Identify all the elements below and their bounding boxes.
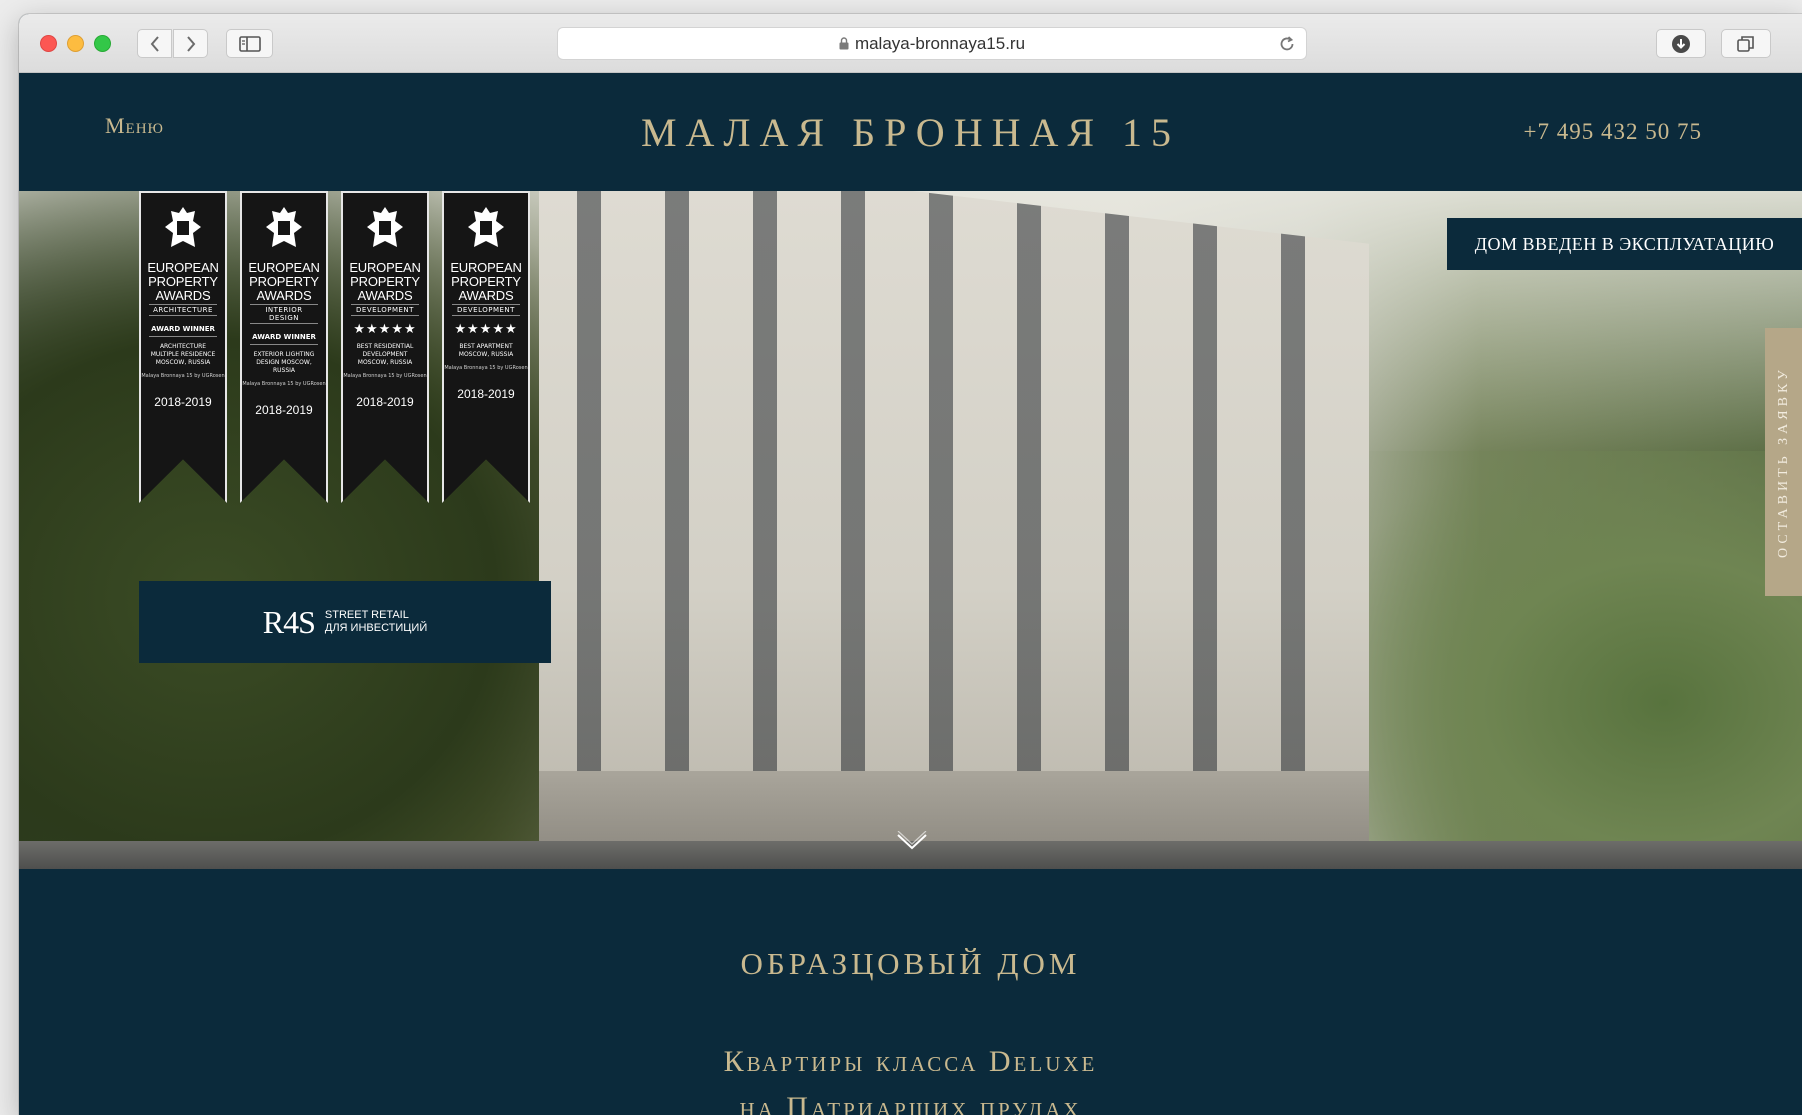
award-subtext: Malaya Bronnaya 15 by UGRosen — [141, 373, 225, 379]
award-ribbon-interior-design[interactable]: EUROPEAN PROPERTY AWARDS INTERIOR DESIGN… — [240, 191, 328, 503]
award-year: 2018-2019 — [255, 403, 313, 417]
award-title-line3: AWARDS — [256, 288, 312, 303]
award-year: 2018-2019 — [457, 387, 515, 401]
award-title-line3: AWARDS — [155, 288, 211, 303]
award-stars: ★★★★★ — [454, 322, 518, 337]
award-category: INTERIOR DESIGN — [250, 304, 318, 324]
award-title-line1: EUROPEAN — [248, 260, 320, 275]
downloads-button[interactable] — [1656, 29, 1706, 58]
award-ribbon-development[interactable]: EUROPEAN PROPERTY AWARDS DEVELOPMENT ★★★… — [341, 191, 429, 503]
award-title-line2: PROPERTY — [451, 274, 521, 289]
tagline: Квартиры класса Deluxe на Патриарших пру… — [19, 1039, 1802, 1115]
url-text: malaya-bronnaya15.ru — [854, 33, 1026, 53]
minimize-window-button[interactable] — [67, 35, 84, 52]
zoom-window-button[interactable] — [94, 35, 111, 52]
awards-row: EUROPEAN PROPERTY AWARDS ARCHITECTURE AW… — [139, 191, 530, 503]
award-ribbon-architecture[interactable]: EUROPEAN PROPERTY AWARDS ARCHITECTURE AW… — [139, 191, 227, 503]
award-title-line3: AWARDS — [458, 288, 514, 303]
r4s-street-retail-banner[interactable]: R4S STREET RETAIL ДЛЯ ИНВЕСТИЦИЙ — [139, 581, 551, 663]
tagline-line2: на Патриарших прудах — [739, 1091, 1082, 1115]
award-title-line2: PROPERTY — [148, 274, 218, 289]
sidebar-icon — [238, 35, 261, 52]
award-title-line1: EUROPEAN — [349, 260, 421, 275]
award-title-line2: PROPERTY — [249, 274, 319, 289]
award-year: 2018-2019 — [356, 395, 414, 409]
tabs-icon — [1737, 35, 1754, 52]
hero-building-image — [539, 191, 1369, 851]
hero-section: EUROPEAN PROPERTY AWARDS ARCHITECTURE AW… — [19, 191, 1802, 869]
lock-icon — [839, 37, 849, 50]
award-title-line1: EUROPEAN — [450, 260, 522, 275]
r4s-caption: STREET RETAIL ДЛЯ ИНВЕСТИЦИЙ — [325, 609, 427, 635]
award-category: DEVELOPMENT — [351, 304, 419, 316]
phone-link[interactable]: +7 495 432 50 75 — [1524, 119, 1702, 145]
leave-request-label: ОСТАВИТЬ ЗАЯВКУ — [1775, 366, 1791, 558]
sidebar-toggle-button[interactable] — [226, 29, 273, 58]
award-winner: AWARD WINNER — [149, 325, 217, 337]
address-bar[interactable]: malaya-bronnaya15.ru — [557, 27, 1307, 60]
award-subtext: Malaya Bronnaya 15 by UGRosen — [444, 365, 528, 371]
award-description: EXTERIOR LIGHTING DESIGN MOSCOW, RUSSIA — [253, 351, 315, 374]
close-window-button[interactable] — [40, 35, 57, 52]
award-stars: ★★★★★ — [353, 322, 417, 337]
award-title-line3: AWARDS — [357, 288, 413, 303]
tab-overview-button[interactable] — [1721, 29, 1771, 58]
award-subtext: Malaya Bronnaya 15 by UGRosen — [242, 381, 326, 387]
award-subtext: Malaya Bronnaya 15 by UGRosen — [343, 373, 427, 379]
crest-icon — [367, 207, 403, 247]
crest-icon — [266, 207, 302, 247]
award-title-line1: EUROPEAN — [147, 260, 219, 275]
award-description: BEST APARTMENT MOSCOW, RUSSIA — [458, 343, 514, 358]
download-icon — [1672, 34, 1690, 53]
chevron-left-icon — [150, 35, 159, 52]
hero-trees-right — [1342, 451, 1802, 869]
award-category: DEVELOPMENT — [452, 304, 520, 316]
hero-building-base — [539, 771, 1369, 851]
intro-section: ОБРАЗЦОВЫЙ ДОМ Квартиры класса Deluxe на… — [19, 869, 1802, 1115]
site-header: Меню МАЛАЯ БРОННАЯ 15 +7 495 432 50 75 — [19, 73, 1802, 191]
award-year: 2018-2019 — [154, 395, 212, 409]
back-button[interactable] — [137, 29, 172, 58]
crest-icon — [165, 207, 201, 247]
award-title-line2: PROPERTY — [350, 274, 420, 289]
award-category: ARCHITECTURE — [149, 304, 217, 316]
award-winner: AWARD WINNER — [250, 333, 318, 345]
award-ribbon-best-apartment[interactable]: EUROPEAN PROPERTY AWARDS DEVELOPMENT ★★★… — [442, 191, 530, 503]
award-description: ARCHITECTURE MULTIPLE RESIDENCE MOSCOW, … — [150, 343, 216, 366]
status-badge: ДОМ ВВЕДЕН В ЭКСПЛУАТАЦИЮ — [1447, 218, 1802, 270]
r4s-caption-line1: STREET RETAIL — [324, 609, 409, 621]
section-title: ОБРАЗЦОВЫЙ ДОМ — [740, 946, 1081, 981]
r4s-caption-line2: ДЛЯ ИНВЕСТИЦИЙ — [324, 622, 428, 634]
leave-request-tab[interactable]: ОСТАВИТЬ ЗАЯВКУ — [1765, 328, 1802, 596]
forward-button[interactable] — [173, 29, 208, 58]
r4s-logo: R4S — [262, 603, 316, 640]
reload-icon[interactable] — [1278, 34, 1296, 59]
tagline-line1: Квартиры класса Deluxe — [723, 1045, 1098, 1078]
browser-window: malaya-bronnaya15.ru Меню МАЛАЯ БРОННАЯ … — [19, 14, 1802, 1115]
award-description: BEST RESIDENTIAL DEVELOPMENT MOSCOW, RUS… — [356, 343, 414, 366]
crest-icon — [468, 207, 504, 247]
browser-toolbar: malaya-bronnaya15.ru — [19, 14, 1802, 73]
scroll-down-chevron-icon[interactable] — [895, 831, 929, 853]
chevron-right-icon — [186, 35, 195, 52]
